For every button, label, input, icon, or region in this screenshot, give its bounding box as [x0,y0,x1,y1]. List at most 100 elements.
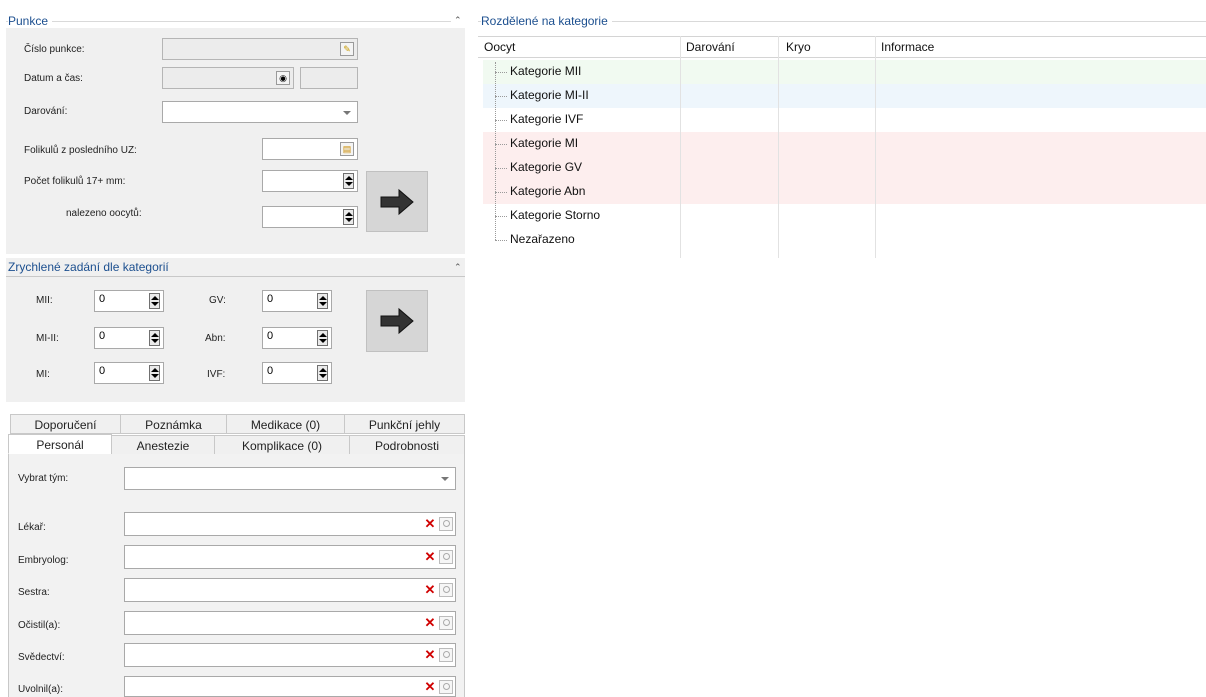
abn-label: Abn: [205,333,226,344]
apply-arrow-button[interactable] [366,171,428,232]
tree-connector [495,192,507,193]
lekar-field[interactable]: ✕ [124,512,456,536]
svedectvi-label: Svědectví: [18,652,65,663]
mii-label: MII: [36,295,53,306]
cas-field[interactable] [300,67,358,89]
spin-arrows-icon[interactable] [317,330,328,346]
spin-arrows-icon[interactable] [317,365,328,381]
tree-row-label: Nezařazeno [510,232,575,246]
ocistil-label: Očistil(a): [18,620,61,631]
pencil-icon[interactable]: ✎ [340,42,354,56]
mi-ii-stepper[interactable]: 0 [94,327,164,349]
foliku-uz-field[interactable]: ▤ [262,138,358,160]
tree-connector [495,144,507,145]
sestra-field[interactable]: ✕ [124,578,456,602]
clear-icon[interactable]: ✕ [423,648,437,662]
tab-doporuceni[interactable]: Doporučení [10,414,121,434]
lookup-icon[interactable] [439,550,453,564]
tree-row[interactable]: Kategorie IVF [483,108,1206,132]
tree-row-label: Kategorie MI [510,136,579,150]
lookup-icon[interactable] [439,648,453,662]
mi-stepper[interactable]: 0 [94,362,164,384]
ocistil-field[interactable]: ✕ [124,611,456,635]
quick-divider [6,276,465,277]
svedectvi-field[interactable]: ✕ [124,643,456,667]
embryolog-label: Embryolog: [18,555,69,566]
tree-row[interactable]: Kategorie MII [483,60,1206,84]
lekar-label: Lékař: [18,522,46,533]
quick-collapse-icon[interactable]: ⌃ [454,262,462,273]
punkce-collapse-icon[interactable]: ⌃ [454,15,462,26]
pocet-folikulu-stepper[interactable] [262,170,358,192]
abn-stepper[interactable]: 0 [262,327,332,349]
column-separator [875,36,876,258]
tab-anestezie[interactable]: Anestezie [111,435,215,455]
tree-connector [495,120,507,121]
column-header-oocyt[interactable]: Oocyt [484,37,515,57]
chevron-down-icon [441,477,449,481]
column-header-darovani[interactable]: Darování [686,37,735,57]
datum-field[interactable]: ◉ [162,67,294,89]
tree-row-label: Kategorie MII [510,64,582,78]
cislo-punkce-field[interactable]: ✎ [162,38,358,60]
gv-label: GV: [209,295,226,306]
tree-row[interactable]: Kategorie Abn [483,180,1206,204]
tree-row-label: Kategorie Abn [510,184,586,198]
nalezeno-stepper[interactable] [262,206,358,228]
spin-arrows-icon[interactable] [343,173,354,189]
embryolog-field[interactable]: ✕ [124,545,456,569]
folder-icon[interactable]: ▤ [340,142,354,156]
gv-stepper[interactable]: 0 [262,290,332,312]
chevron-down-icon [343,111,351,115]
column-separator [778,36,779,258]
tree-row[interactable]: Kategorie MI [483,132,1206,156]
tab-komplikace[interactable]: Komplikace (0) [214,435,350,455]
spin-arrows-icon[interactable] [149,330,160,346]
spin-arrows-icon[interactable] [317,293,328,309]
lookup-icon[interactable] [439,616,453,630]
tree-row[interactable]: Kategorie MI-II [483,84,1206,108]
column-separator [680,36,681,258]
darovani-label: Darování: [24,106,68,117]
column-header-informace[interactable]: Informace [881,37,934,57]
vybrat-tym-select[interactable] [124,467,456,490]
darovani-select[interactable] [162,101,358,123]
lookup-icon[interactable] [439,680,453,694]
arrow-right-icon [380,307,414,335]
tab-poznamka[interactable]: Poznámka [120,414,227,434]
foliku-uz-label: Folikulů z posledního UZ: [24,145,137,156]
clear-icon[interactable]: ✕ [423,550,437,564]
mi-ii-label: MI-II: [36,333,59,344]
tree-row[interactable]: Nezařazeno [483,228,1206,252]
clear-icon[interactable]: ✕ [423,517,437,531]
tab-medikace[interactable]: Medikace (0) [226,414,345,434]
lookup-icon[interactable] [439,517,453,531]
tree-connector [495,96,507,97]
tree-row[interactable]: Kategorie Storno [483,204,1206,228]
nalezeno-label: nalezeno oocytů: [66,208,142,219]
ivf-label: IVF: [207,369,226,380]
categories-title: Rozdělené na kategorie [481,14,612,28]
ivf-stepper[interactable]: 0 [262,362,332,384]
tree-connector [495,72,507,73]
tree-row-label: Kategorie MI-II [510,88,589,102]
calendar-icon[interactable]: ◉ [276,71,290,85]
clear-icon[interactable]: ✕ [423,583,437,597]
tab-podrobnosti[interactable]: Podrobnosti [349,435,465,455]
spin-arrows-icon[interactable] [149,293,160,309]
quick-apply-arrow-button[interactable] [366,290,428,352]
uvolnil-field[interactable]: ✕ [124,676,456,697]
pocet-folikulu-label: Počet folikulů 17+ mm: [24,176,126,187]
column-header-kryo[interactable]: Kryo [786,37,811,57]
tree-row[interactable]: Kategorie GV [483,156,1206,180]
tab-punkcni-jehly[interactable]: Punkční jehly [344,414,465,434]
lookup-icon[interactable] [439,583,453,597]
spin-arrows-icon[interactable] [149,365,160,381]
tab-personal[interactable]: Personál [8,434,112,454]
clear-icon[interactable]: ✕ [423,616,437,630]
clear-icon[interactable]: ✕ [423,680,437,694]
mii-stepper[interactable]: 0 [94,290,164,312]
tree-vertical-line [495,62,496,240]
spin-arrows-icon[interactable] [343,209,354,225]
uvolnil-label: Uvolnil(a): [18,684,64,695]
